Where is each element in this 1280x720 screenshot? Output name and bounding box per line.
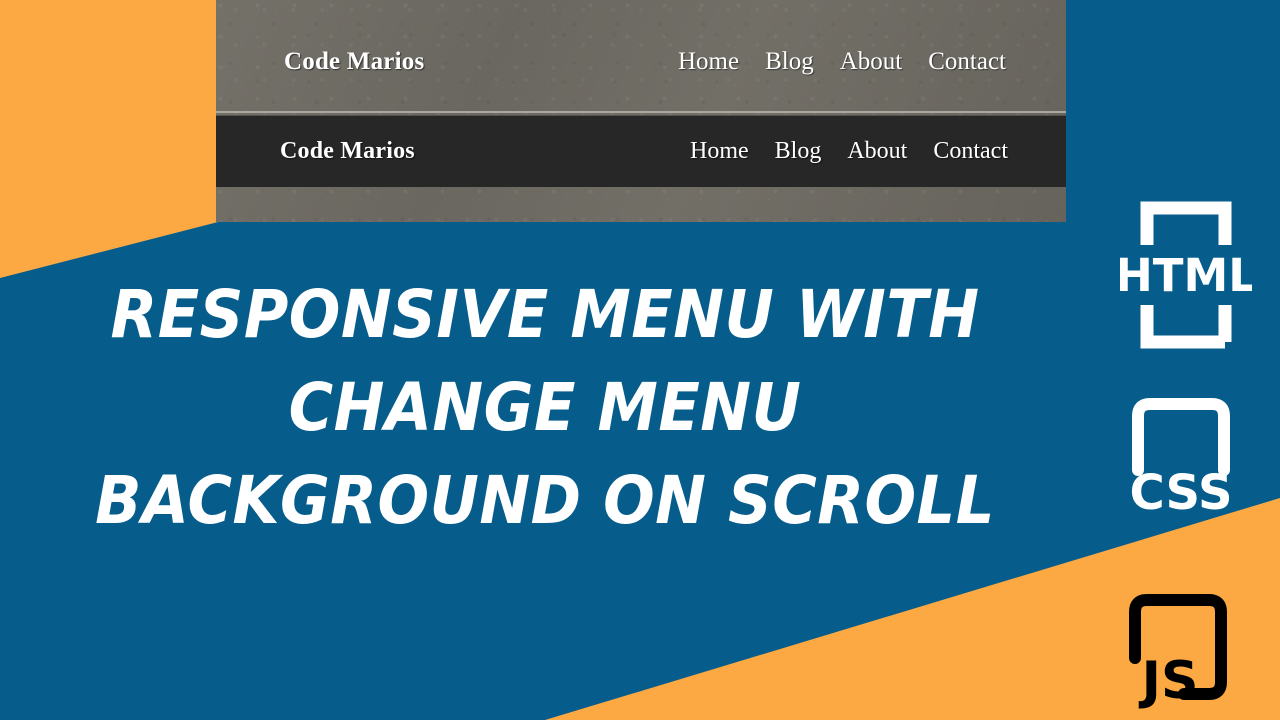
- headline-title: Responsive Menu With Change Menu Backgro…: [44, 268, 1047, 547]
- nav-link-home-top[interactable]: Home: [678, 48, 739, 76]
- nav-links-top: Home Blog About Contact: [678, 48, 1006, 76]
- nav-link-contact-top[interactable]: Contact: [928, 48, 1006, 76]
- nav-link-home-scrolled[interactable]: Home: [690, 138, 749, 165]
- badge-js-label: JS: [1139, 651, 1199, 711]
- headline-line-1: Responsive Menu With: [110, 276, 980, 353]
- badge-html: HTML: [1120, 200, 1252, 350]
- badge-js: JS: [1112, 586, 1242, 716]
- nav-link-blog-top[interactable]: Blog: [765, 48, 814, 76]
- brand-logo-top: Code Marios: [284, 48, 425, 75]
- thumbnail-canvas: Code Marios Home Blog About Contact Code…: [0, 0, 1280, 720]
- brand-logo-scrolled: Code Marios: [280, 138, 415, 164]
- headline-line-2: Change Menu: [288, 369, 802, 446]
- navbar-top-state: Code Marios Home Blog About Contact: [216, 13, 1066, 113]
- css-bracket-icon: [1132, 398, 1230, 476]
- badge-html-label: HTML: [1120, 249, 1252, 302]
- menu-screenshot-mock: Code Marios Home Blog About Contact Code…: [216, 0, 1066, 222]
- nav-link-blog-scrolled[interactable]: Blog: [775, 138, 822, 165]
- badge-css-label: CSS: [1129, 465, 1232, 521]
- badge-css: CSS: [1118, 392, 1244, 522]
- nav-links-scrolled: Home Blog About Contact: [690, 138, 1008, 165]
- nav-link-contact-scrolled[interactable]: Contact: [933, 138, 1008, 165]
- headline-line-3: Background On Scroll: [95, 462, 995, 539]
- navbar-scrolled-state: Code Marios Home Blog About Contact: [216, 115, 1066, 187]
- nav-link-about-top[interactable]: About: [840, 48, 903, 76]
- nav-link-about-scrolled[interactable]: About: [847, 138, 907, 165]
